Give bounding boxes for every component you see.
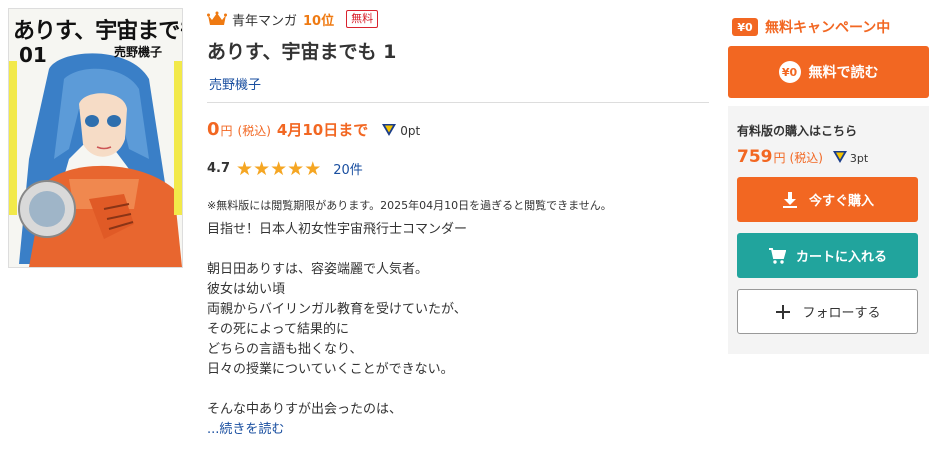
rating-score: 4.7 bbox=[207, 161, 231, 176]
description-line: その死によって結果的に bbox=[207, 322, 349, 337]
ranking-line: 青年マンガ 10位 無料 bbox=[207, 9, 379, 29]
v-point-icon bbox=[832, 151, 847, 163]
review-count-link[interactable]: 20件 bbox=[333, 159, 363, 178]
rank-text: 10位 bbox=[303, 13, 335, 29]
cart-icon bbox=[768, 247, 786, 264]
paid-price-tax: (税込) bbox=[789, 151, 823, 165]
description-line: 両親からバイリンガル教育を受けていたが、 bbox=[207, 302, 467, 317]
description-line bbox=[207, 380, 709, 400]
star-icon: ★ bbox=[253, 157, 271, 180]
add-to-cart-label: カートに入れる bbox=[795, 250, 887, 265]
yen-zero-icon: ¥0 bbox=[732, 18, 758, 36]
buy-now-label: 今すぐ購入 bbox=[808, 194, 874, 209]
cover-volume-number: 01 bbox=[19, 43, 47, 67]
follow-label: フォローする bbox=[802, 306, 881, 321]
points-text: 0pt bbox=[400, 124, 421, 138]
free-badge: 無料 bbox=[346, 10, 379, 28]
campaign-banner: ¥0 無料キャンペーン中 bbox=[732, 17, 890, 37]
campaign-text: 無料キャンペーン中 bbox=[765, 20, 891, 36]
divider bbox=[207, 102, 709, 103]
description-line: どちらの言語も拙くなり、 bbox=[207, 342, 363, 357]
cover-author-lettering: 売野機子 bbox=[114, 45, 163, 59]
cover-band-right bbox=[174, 61, 182, 215]
rating-stars: ★ ★ ★ ★ ★ bbox=[236, 157, 322, 180]
star-icon: ★ bbox=[270, 157, 288, 180]
price-value: 0 bbox=[207, 119, 220, 140]
add-to-cart-button[interactable]: カートに入れる bbox=[737, 233, 918, 278]
read-more-link[interactable]: ...続きを読む bbox=[207, 418, 284, 437]
star-icon: ★ bbox=[287, 157, 305, 180]
page-title: ありす、宇宙までも 1 bbox=[207, 41, 397, 63]
price-deadline: 4月10日まで bbox=[276, 121, 369, 139]
free-notice: ※無料版には閲覧期限があります。2025年04月10日を過ぎると閲覧できません。 bbox=[207, 199, 612, 212]
price-tax: (税込) bbox=[237, 124, 271, 138]
cover-band-left bbox=[9, 61, 17, 215]
price-line: 0 円 (税込) 4月10日まで 0pt bbox=[207, 119, 420, 140]
cover-art: ありす、宇宙までも 01 売野機子 bbox=[9, 9, 182, 267]
paid-version-box: 有料版の購入はこちら 759 円 (税込) 3pt 今すぐ購入 カートに入れる … bbox=[728, 106, 929, 354]
cover-title-lettering: ありす、宇宙までも bbox=[13, 19, 182, 44]
read-free-label: 無料で読む bbox=[808, 65, 879, 81]
paid-price-line: 759 円 (税込) 3pt bbox=[737, 147, 868, 167]
plus-icon bbox=[776, 304, 791, 319]
paid-price-yen: 円 bbox=[773, 151, 786, 165]
author-link[interactable]: 売野機子 bbox=[209, 74, 261, 93]
description-line: 日々の授業についていくことができない。 bbox=[207, 362, 454, 377]
buy-now-button[interactable]: 今すぐ購入 bbox=[737, 177, 918, 222]
paid-points-text: 3pt bbox=[849, 152, 869, 165]
description-line: 朝日田ありすは、容姿端麗で人気者。 bbox=[207, 262, 429, 277]
read-free-button[interactable]: ¥0 無料で読む bbox=[728, 46, 929, 98]
rating-line: 4.7 ★ ★ ★ ★ ★ 20件 bbox=[207, 159, 363, 178]
paid-price-value: 759 bbox=[737, 147, 773, 167]
v-point-icon bbox=[382, 124, 397, 136]
download-icon bbox=[782, 191, 797, 208]
description-line: 目指せ！日本人初女性宇宙飛行士コマンダー bbox=[207, 222, 468, 237]
star-icon: ★ bbox=[236, 157, 254, 180]
cover-image[interactable]: ありす、宇宙までも 01 売野機子 bbox=[8, 8, 183, 268]
description-line: 彼女は幼い頃 bbox=[207, 282, 286, 297]
follow-button[interactable]: フォローする bbox=[737, 289, 918, 334]
star-icon: ★ bbox=[304, 157, 322, 180]
genre-link[interactable]: 青年マンガ bbox=[232, 10, 297, 29]
price-yen: 円 bbox=[220, 124, 233, 138]
description-line: そんな中ありすが出会ったのは、 bbox=[207, 402, 403, 417]
yen-coin-icon: ¥0 bbox=[778, 61, 801, 83]
crown-icon bbox=[207, 11, 227, 25]
description-line bbox=[207, 240, 709, 260]
paid-title: 有料版の購入はこちら bbox=[737, 124, 858, 138]
description: 目指せ！日本人初女性宇宙飛行士コマンダー 朝日田ありすは、容姿端麗で人気者。 彼… bbox=[207, 220, 709, 420]
